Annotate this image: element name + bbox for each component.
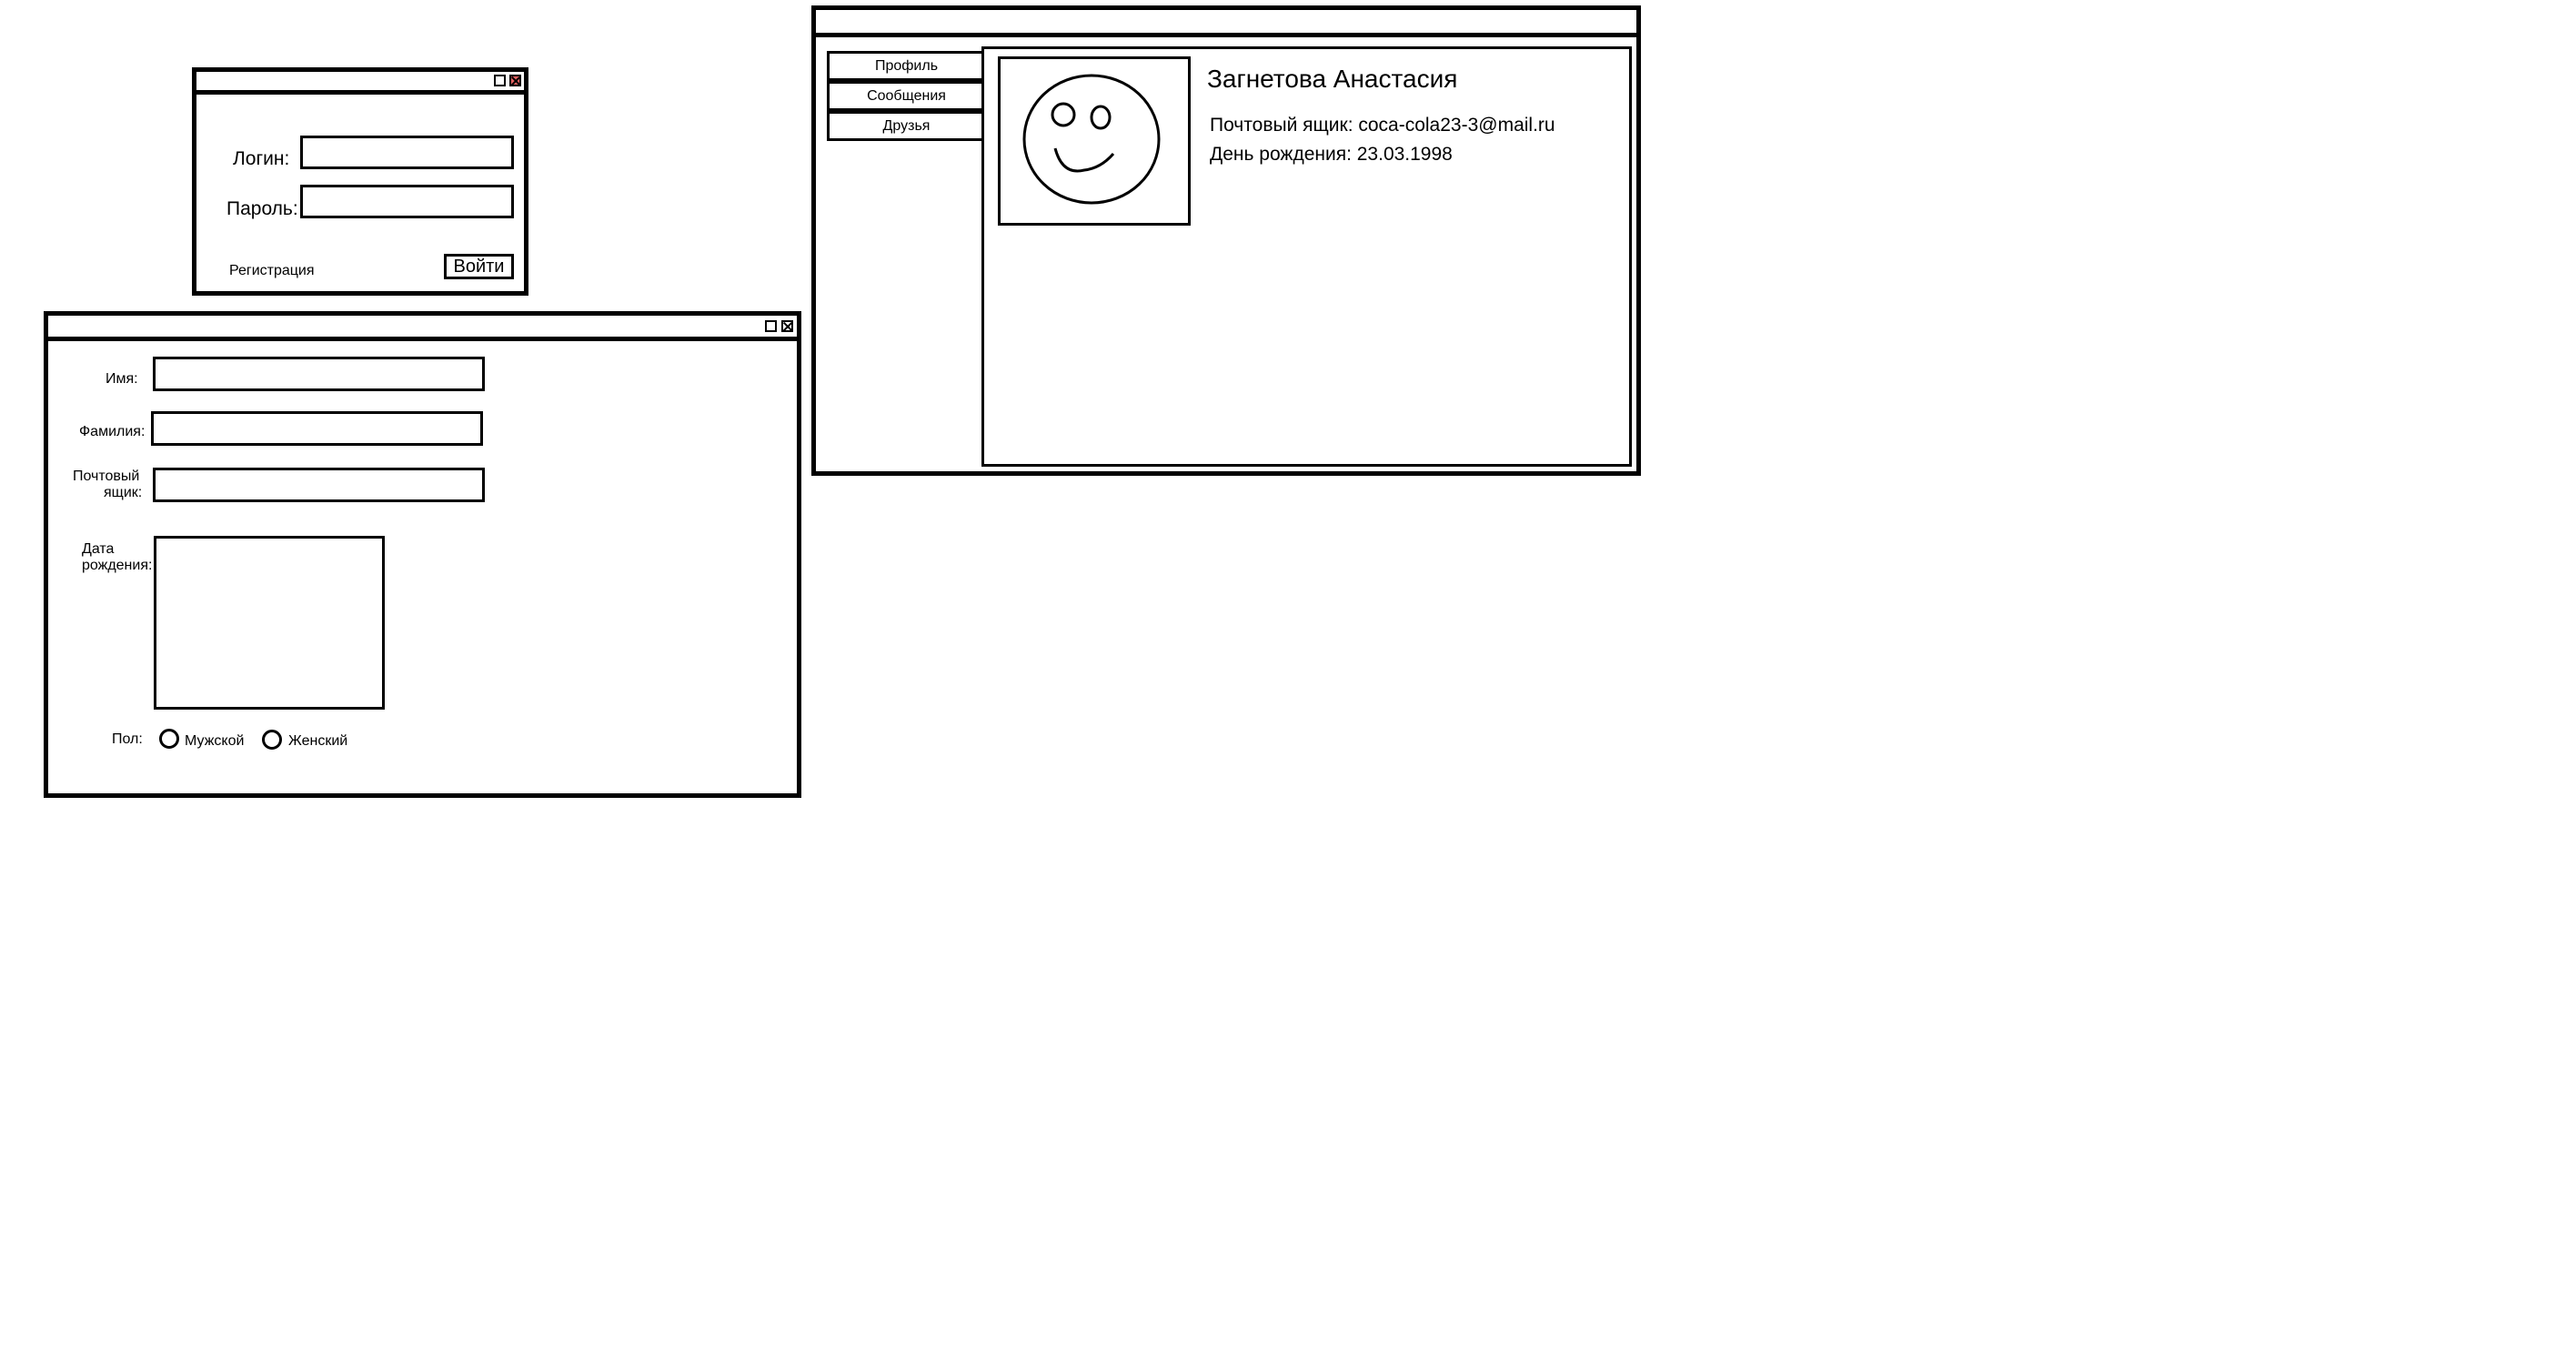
- profile-email: Почтовый ящик: coca-cola23-3@mail.ru: [1210, 115, 1555, 136]
- first-name-input[interactable]: [153, 357, 485, 391]
- profile-name: Загнетова Анастасия: [1207, 65, 1458, 93]
- password-input[interactable]: [300, 185, 514, 218]
- profile-birthday: День рождения: 23.03.1998: [1210, 144, 1453, 165]
- login-input[interactable]: [300, 136, 514, 169]
- radio-icon[interactable]: [262, 730, 282, 750]
- profile-titlebar: [816, 10, 1636, 37]
- registration-window: Имя: Фамилия: Почтовый ящик: Дата рожден…: [44, 311, 801, 798]
- login-window: Логин: Пароль: Регистрация Войти: [192, 67, 528, 296]
- menu-item-messages[interactable]: Сообщения: [827, 81, 986, 111]
- menu-item-profile[interactable]: Профиль: [827, 51, 986, 81]
- avatar: [998, 56, 1191, 226]
- first-name-label: Имя:: [106, 371, 138, 387]
- maximize-icon[interactable]: [494, 75, 506, 86]
- maximize-icon[interactable]: [765, 320, 777, 332]
- last-name-input[interactable]: [151, 411, 483, 446]
- birth-label-line2: рождения:: [82, 558, 153, 573]
- login-submit-button[interactable]: Войти: [444, 254, 514, 279]
- login-label: Логин:: [233, 148, 290, 169]
- menu-item-friends[interactable]: Друзья: [827, 111, 986, 141]
- gender-option-male[interactable]: Мужской: [185, 733, 244, 750]
- gender-option-female[interactable]: Женский: [288, 733, 347, 750]
- registration-titlebar: [48, 316, 797, 341]
- last-name-label: Фамилия:: [79, 424, 146, 439]
- login-titlebar: [196, 72, 524, 95]
- mockup-canvas: Логин: Пароль: Регистрация Войти Имя: Фа…: [0, 0, 2576, 1361]
- email-input[interactable]: [153, 468, 485, 502]
- smiley-face-icon: [1022, 74, 1161, 205]
- register-link[interactable]: Регистрация: [229, 263, 315, 279]
- profile-content-panel: Загнетова Анастасия Почтовый ящик: coca-…: [981, 46, 1632, 467]
- gender-label: Пол:: [112, 731, 143, 747]
- close-icon[interactable]: [509, 75, 521, 86]
- close-icon[interactable]: [781, 320, 793, 332]
- profile-window: Профиль Сообщения Друзья Загнетова Анаст…: [811, 5, 1641, 476]
- password-label: Пароль:: [226, 198, 298, 219]
- email-label-line2: ящик:: [104, 485, 143, 500]
- email-label-line1: Почтовый: [73, 469, 140, 484]
- radio-icon[interactable]: [159, 729, 179, 749]
- birth-date-picker[interactable]: [154, 536, 385, 710]
- birth-label-line1: Дата: [82, 541, 115, 557]
